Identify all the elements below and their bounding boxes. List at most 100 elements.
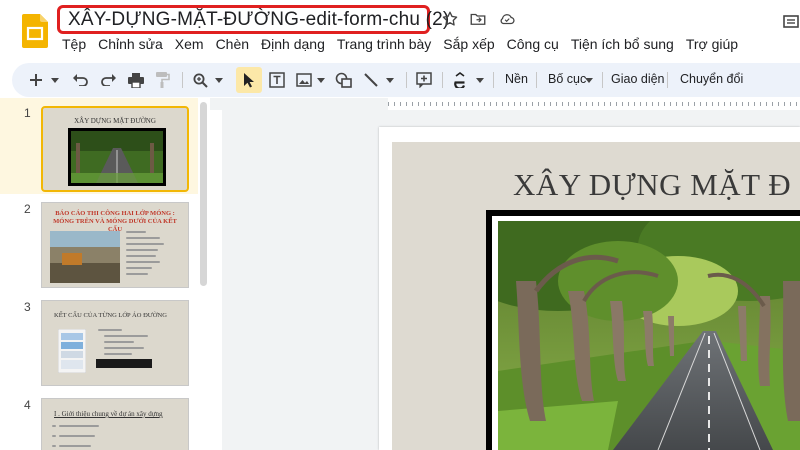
transition-button[interactable]: Chuyển đổi	[680, 72, 743, 86]
thumbnail-layer-diagram	[58, 329, 86, 373]
thumbnail-text-line	[98, 329, 122, 331]
filmstrip-scrollbar[interactable]	[200, 102, 207, 286]
comments-icon[interactable]	[783, 14, 799, 30]
slide-thumbnail-1[interactable]: XÂY DỰNG MẶT ĐƯỜNG	[41, 106, 189, 192]
thumbnail-text-line	[126, 261, 160, 263]
thumbnail-text-line	[59, 445, 91, 447]
redo-button[interactable]	[99, 70, 117, 90]
cursor-arrow-icon	[244, 73, 254, 88]
chevron-down-icon	[215, 77, 223, 83]
paint-roller-icon	[156, 72, 170, 88]
undo-icon	[73, 74, 88, 86]
toolbar-divider	[182, 72, 183, 88]
thumbnail-bullet	[52, 445, 56, 447]
thumbnail-text-line	[104, 347, 144, 349]
menu-insert[interactable]: Chèn	[216, 36, 249, 56]
theme-button[interactable]: Giao diện	[611, 72, 665, 86]
slide-thumbnail-3[interactable]: KẾT CẤU CỦA TỪNG LỚP ÁO ĐƯỜNG	[41, 300, 189, 386]
paint-format-button[interactable]	[154, 70, 172, 90]
undo-button[interactable]	[72, 70, 90, 90]
background-button[interactable]: Nền	[505, 72, 528, 86]
text-box-button[interactable]	[268, 70, 286, 90]
new-slide-layout-dropdown[interactable]	[50, 70, 60, 90]
line-icon	[364, 73, 378, 87]
thumbnail-photo	[50, 231, 120, 283]
thumbnail-text-line	[126, 237, 160, 239]
slide-filmstrip: 1 XÂY DỰNG MẶT ĐƯỜNG 2 BÁO CÁO THI CÔNG …	[0, 98, 210, 450]
zoom-dropdown[interactable]	[214, 70, 224, 90]
chevron-down-icon	[51, 77, 59, 83]
slide-number: 4	[24, 398, 31, 412]
layout-dropdown[interactable]	[584, 70, 594, 90]
thumbnail-text-line	[126, 243, 164, 245]
menu-arrange[interactable]: Sắp xếp	[443, 36, 494, 56]
new-slide-button[interactable]	[28, 70, 44, 90]
layout-button[interactable]: Bố cục	[548, 72, 586, 86]
menu-bar: Tệp Chỉnh sửa Xem Chèn Định dạng Trang t…	[62, 36, 750, 56]
thumbnail-text-line	[104, 341, 134, 343]
toolbar-divider	[493, 72, 494, 88]
cloud-saved-icon[interactable]	[498, 10, 516, 28]
toolbar-divider	[536, 72, 537, 88]
menu-tools[interactable]: Công cụ	[507, 36, 559, 56]
chevron-down-icon	[585, 77, 593, 83]
add-comment-icon	[416, 72, 432, 88]
slides-app-icon[interactable]	[22, 14, 48, 48]
insert-image-dropdown[interactable]	[316, 70, 326, 90]
menu-file[interactable]: Tệp	[62, 36, 86, 56]
input-tools-dropdown[interactable]	[475, 70, 485, 90]
menu-format[interactable]: Định dạng	[261, 36, 325, 56]
image-icon	[296, 73, 312, 87]
shape-button[interactable]	[334, 70, 352, 90]
move-to-folder-icon[interactable]	[469, 10, 487, 28]
thumbnail-text-line	[126, 249, 158, 251]
chevron-down-icon	[317, 77, 325, 83]
input-tools-button[interactable]	[451, 70, 469, 90]
line-dropdown[interactable]	[385, 70, 395, 90]
thumbnail-text-line	[104, 335, 148, 337]
thumbnail-bullet	[52, 435, 56, 437]
thumbnail-bullet	[52, 425, 56, 427]
menu-edit[interactable]: Chỉnh sửa	[98, 36, 163, 56]
chevron-down-icon	[386, 77, 394, 83]
thumbnail-text-line	[126, 231, 146, 233]
vertical-ruler[interactable]	[210, 110, 222, 450]
toolbar-divider	[602, 72, 603, 88]
menu-slide[interactable]: Trang trình bày	[337, 36, 431, 56]
insert-image-button[interactable]	[295, 70, 313, 90]
thumbnail-title: KẾT CẤU CỦA TỪNG LỚP ÁO ĐƯỜNG	[54, 312, 167, 319]
print-button[interactable]	[127, 70, 145, 90]
text-box-icon	[269, 72, 285, 88]
thumbnail-road-image	[68, 128, 166, 186]
line-button[interactable]	[362, 70, 380, 90]
road-photo[interactable]	[498, 221, 800, 450]
zoom-icon	[193, 73, 208, 88]
select-tool-button[interactable]	[236, 67, 262, 93]
slide-thumbnail-2[interactable]: BÁO CÁO THI CÔNG HAI LỚP MÓNG : MÓNG TRÊ…	[41, 202, 189, 288]
horizontal-ruler[interactable]	[388, 98, 800, 110]
slide-number: 1	[24, 106, 31, 120]
star-icon[interactable]	[441, 10, 459, 28]
menu-view[interactable]: Xem	[175, 36, 204, 56]
ruler-corner	[210, 98, 388, 110]
menu-addons[interactable]: Tiện ích bổ sung	[571, 36, 674, 56]
document-title[interactable]: XÂY-DỰNG-MẶT-ĐƯỜNG-edit-form-chu (2)	[68, 9, 449, 31]
slide-thumbnail-4[interactable]: I . Giới thiệu chung về dự án xây dựng	[41, 398, 189, 450]
print-icon	[128, 72, 144, 88]
insert-comment-button[interactable]	[415, 70, 433, 90]
slide-title[interactable]: XÂY DỰNG MẶT Đ	[513, 167, 791, 203]
zoom-button[interactable]	[191, 70, 209, 90]
title-bar: XÂY-DỰNG-MẶT-ĐƯỜNG-edit-form-chu (2) Tệp…	[0, 0, 800, 62]
plus-icon	[30, 74, 42, 86]
slide-number: 2	[24, 202, 31, 216]
menu-help[interactable]: Trợ giúp	[686, 36, 738, 56]
toolbar: Nền Bố cục Giao diện Chuyển đổi	[12, 63, 800, 97]
thumbnail-text-line	[126, 255, 156, 257]
shape-icon	[335, 72, 352, 88]
thumbnail-table	[96, 359, 152, 368]
thumbnail-text-line	[126, 273, 148, 275]
thumbnail-text-line	[104, 353, 132, 355]
thumbnail-title: I . Giới thiệu chung về dự án xây dựng	[54, 410, 163, 418]
slide-number: 3	[24, 300, 31, 314]
thumbnail-text-line	[59, 435, 95, 437]
